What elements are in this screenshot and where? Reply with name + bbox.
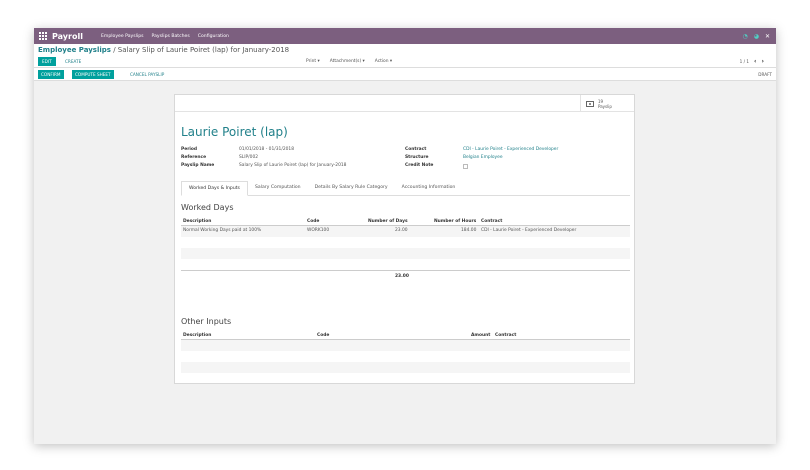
breadcrumb: Employee Payslips / Salary Slip of Lauri… bbox=[38, 46, 289, 54]
other-inputs-title: Other Inputs bbox=[181, 317, 232, 326]
table-header: Description Code Number of Days Number o… bbox=[181, 217, 630, 226]
col-description: Description bbox=[183, 333, 212, 338]
action-dropdowns: Print ▾ Attachment(s) ▾ Action ▾ bbox=[306, 57, 392, 66]
reference-label: Reference bbox=[181, 155, 207, 160]
apps-menu-icon[interactable] bbox=[39, 32, 47, 40]
col-contract: Contract bbox=[495, 333, 517, 338]
chevron-left-icon[interactable]: ‹ bbox=[754, 57, 756, 66]
action-dropdown[interactable]: Action ▾ bbox=[375, 57, 392, 66]
menu-payslips-batches[interactable]: Payslips Batches bbox=[152, 34, 190, 39]
edit-button[interactable]: EDIT bbox=[38, 57, 56, 66]
col-code: Code bbox=[307, 219, 320, 224]
credit-note-checkbox[interactable] bbox=[463, 164, 468, 169]
close-icon[interactable]: ✕ bbox=[765, 33, 770, 40]
empty-row bbox=[181, 259, 630, 270]
status-badge: DRAFT bbox=[758, 72, 772, 77]
col-amount: Amount bbox=[471, 333, 491, 338]
empty-row bbox=[181, 362, 630, 373]
empty-row bbox=[181, 351, 630, 362]
compute-sheet-button[interactable]: COMPUTE SHEET bbox=[72, 70, 114, 79]
menu-configuration[interactable]: Configuration bbox=[198, 34, 229, 39]
menu-employee-payslips[interactable]: Employee Payslips bbox=[101, 34, 144, 39]
worked-days-title: Worked Days bbox=[181, 203, 234, 212]
payslip-smart-button[interactable]: 19 Payslip bbox=[580, 95, 634, 112]
status-bar: CONFIRM COMPUTE SHEET CANCEL PAYSLIP DRA… bbox=[34, 68, 776, 81]
app-window: Payroll Employee Payslips Payslips Batch… bbox=[34, 28, 776, 444]
period-label: Period bbox=[181, 147, 198, 152]
cancel-payslip-button[interactable]: CANCEL PAYSLIP bbox=[127, 70, 167, 79]
confirm-button[interactable]: CONFIRM bbox=[38, 70, 64, 79]
row-days: 23.00 bbox=[395, 228, 408, 233]
structure-link[interactable]: Belgian Employee bbox=[463, 155, 503, 163]
table-header: Description Code Amount Contract bbox=[181, 331, 630, 340]
print-dropdown[interactable]: Print ▾ bbox=[306, 57, 320, 66]
col-code: Code bbox=[317, 333, 330, 338]
systray: ◔ ◕ ✕ bbox=[742, 33, 770, 40]
structure-label: Structure bbox=[405, 155, 429, 160]
app-title[interactable]: Payroll bbox=[52, 32, 83, 41]
row-description: Normal Working Days paid at 100% bbox=[183, 228, 262, 233]
chat-icon[interactable]: ◔ bbox=[742, 33, 747, 40]
table-footer: 23.00 bbox=[181, 270, 630, 280]
col-description: Description bbox=[183, 219, 212, 224]
pager-value[interactable]: 1 / 1 bbox=[740, 57, 749, 66]
breadcrumb-separator: / bbox=[113, 46, 116, 54]
breadcrumb-current: Salary Slip of Laurie Poiret (lap) for J… bbox=[117, 46, 290, 54]
total-days: 23.00 bbox=[395, 274, 409, 279]
table-row[interactable]: Normal Working Days paid at 100% WORK100… bbox=[181, 226, 630, 237]
payslip-name-label: Payslip Name bbox=[181, 163, 215, 168]
money-icon bbox=[586, 100, 594, 107]
tab-details-by-salary-rule-category[interactable]: Details By Salary Rule Category bbox=[308, 181, 395, 195]
col-number-of-hours: Number of Hours bbox=[434, 219, 477, 224]
pager: 1 / 1 ‹ › bbox=[740, 57, 764, 66]
form-sheet: 19 Payslip Laurie Poiret (lap) Period 01… bbox=[174, 94, 635, 384]
top-menu: Employee Payslips Payslips Batches Confi… bbox=[101, 34, 229, 39]
contract-link[interactable]: CDI - Laurie Poiret - Experienced Develo… bbox=[463, 147, 558, 155]
credit-note-label: Credit Note bbox=[405, 163, 434, 168]
tab-worked-days-inputs[interactable]: Worked Days & Inputs bbox=[181, 181, 248, 196]
breadcrumb-parent[interactable]: Employee Payslips bbox=[38, 46, 111, 54]
worked-days-table: Description Code Number of Days Number o… bbox=[181, 217, 630, 280]
activity-icon[interactable]: ◕ bbox=[754, 33, 759, 40]
create-button[interactable]: CREATE bbox=[65, 57, 81, 66]
contract-label: Contract bbox=[405, 147, 427, 152]
chevron-right-icon[interactable]: › bbox=[762, 57, 764, 66]
row-contract: CDI - Laurie Poiret - Experienced Develo… bbox=[481, 228, 577, 233]
empty-row bbox=[181, 237, 630, 248]
payslip-count-label: Payslip bbox=[598, 103, 612, 109]
row-hours: 184.00 bbox=[461, 228, 477, 233]
employee-name[interactable]: Laurie Poiret (lap) bbox=[181, 125, 288, 139]
tab-accounting-information[interactable]: Accounting Information bbox=[395, 181, 463, 195]
reference-value: SLIP/002 bbox=[239, 155, 259, 160]
empty-row bbox=[181, 248, 630, 259]
button-box: 19 Payslip bbox=[175, 95, 634, 112]
period-value: 01/01/2018 - 01/31/2018 bbox=[239, 147, 294, 152]
attachments-dropdown[interactable]: Attachment(s) ▾ bbox=[330, 57, 365, 66]
empty-row bbox=[181, 340, 630, 351]
col-number-of-days: Number of Days bbox=[368, 219, 408, 224]
col-contract: Contract bbox=[481, 219, 503, 224]
notebook-tabs: Worked Days & Inputs Salary Computation … bbox=[181, 181, 630, 196]
main-navbar: Payroll Employee Payslips Payslips Batch… bbox=[34, 28, 776, 44]
payslip-name-value: Salary Slip of Laurie Poiret (lap) for J… bbox=[239, 163, 347, 168]
control-panel: Employee Payslips / Salary Slip of Lauri… bbox=[34, 44, 776, 68]
row-code: WORK100 bbox=[307, 228, 330, 233]
other-inputs-table: Description Code Amount Contract bbox=[181, 331, 630, 373]
tab-salary-computation[interactable]: Salary Computation bbox=[248, 181, 308, 195]
